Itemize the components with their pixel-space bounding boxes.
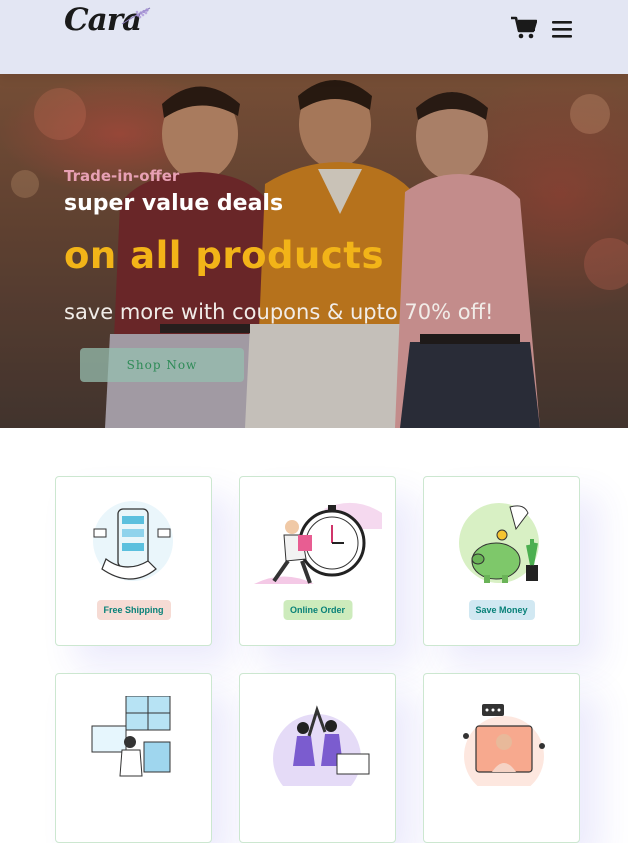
shop-now-button[interactable]: Shop Now xyxy=(80,348,244,382)
feature-label: Save Money xyxy=(468,600,535,620)
hero-heading: on all products xyxy=(64,234,384,277)
site-header: Cara xyxy=(0,0,628,74)
hero-description: save more with coupons & upto 70% off! xyxy=(64,300,494,324)
feature-card-save-money: Save Money xyxy=(423,476,580,646)
menu-icon[interactable] xyxy=(552,20,572,38)
gift-delivery-illustration-icon xyxy=(91,696,171,777)
hero-subheading: super value deals xyxy=(64,191,284,216)
team-highfive-illustration-icon xyxy=(273,705,370,786)
feature-label: Free Shipping xyxy=(96,600,171,620)
feature-card-gift xyxy=(55,673,212,843)
feature-label: Online Order xyxy=(282,600,353,620)
hero-kicker: Trade-in-offer xyxy=(64,167,180,185)
phone-shipping-illustration-icon xyxy=(93,501,173,581)
hero-banner: Trade-in-offer super value deals on all … xyxy=(0,74,628,428)
feature-card-free-shipping: Free Shipping xyxy=(55,476,212,646)
cart-icon[interactable] xyxy=(511,16,537,40)
feature-card-support xyxy=(423,673,580,843)
clock-runner-illustration-icon xyxy=(254,502,382,584)
piggy-bank-illustration-icon xyxy=(459,503,539,583)
feature-card-team xyxy=(239,673,396,843)
lavender-sprig-icon xyxy=(121,7,151,25)
feature-card-online-order: Online Order xyxy=(239,476,396,646)
online-support-illustration-icon xyxy=(463,704,545,786)
